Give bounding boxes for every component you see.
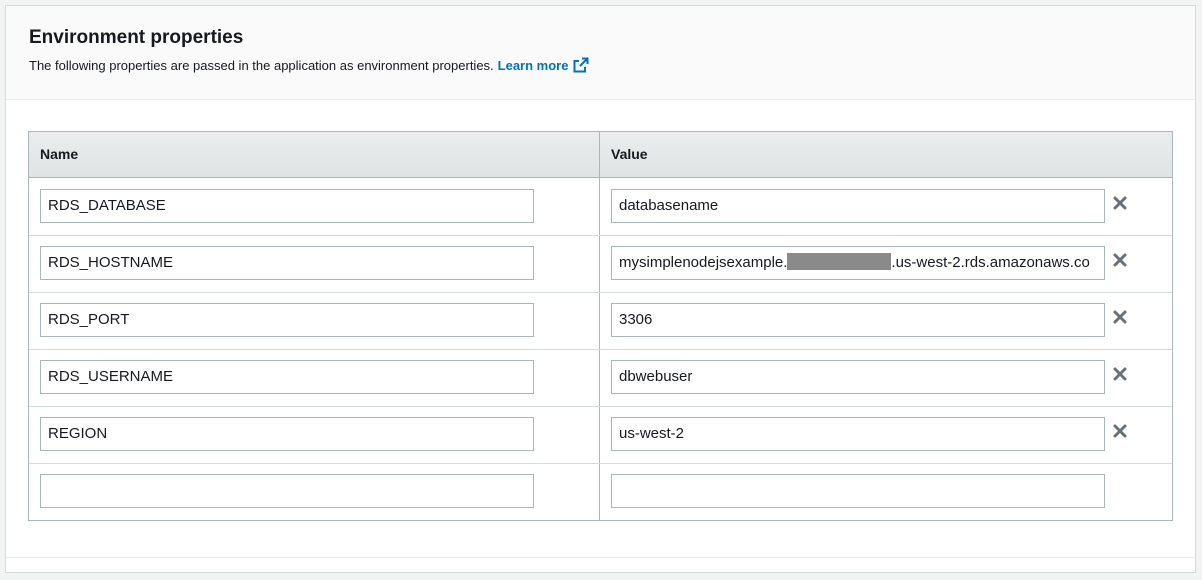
table-row: RDS_DATABASE databasename <box>29 178 1172 236</box>
name-column-header: Name <box>40 146 79 162</box>
remove-icon[interactable] <box>1112 195 1128 211</box>
new-property-value-input[interactable] <box>611 474 1105 508</box>
panel-description: The following properties are passed in t… <box>29 57 589 73</box>
remove-icon[interactable] <box>1112 423 1128 439</box>
property-name-input[interactable]: RDS_DATABASE <box>40 189 534 223</box>
table-row: RDS_PORT 3306 <box>29 292 1172 350</box>
remove-icon[interactable] <box>1112 309 1128 325</box>
learn-more-link[interactable]: Learn more <box>498 58 569 73</box>
table-row: REGION us-west-2 <box>29 406 1172 464</box>
new-property-name-input[interactable] <box>40 474 534 508</box>
value-column-header: Value <box>611 146 648 162</box>
property-name-input[interactable]: RDS_PORT <box>40 303 534 337</box>
property-value-input[interactable]: databasename <box>611 189 1105 223</box>
property-name-input[interactable]: RDS_USERNAME <box>40 360 534 394</box>
property-name-input[interactable]: REGION <box>40 417 534 451</box>
panel-footer-divider <box>6 557 1195 558</box>
panel-header: Environment properties The following pro… <box>6 6 1195 100</box>
panel-title: Environment properties <box>29 27 244 48</box>
property-value-input[interactable]: us-west-2 <box>611 417 1105 451</box>
remove-icon[interactable] <box>1112 252 1128 268</box>
value-prefix: mysimplenodejsexample. <box>619 254 788 271</box>
table-row <box>29 463 1172 520</box>
property-value-input[interactable]: 3306 <box>611 303 1105 337</box>
property-name-input[interactable]: RDS_HOSTNAME <box>40 246 534 280</box>
remove-icon[interactable] <box>1112 366 1128 382</box>
value-suffix: .us-west-2.rds.amazonaws.co <box>891 254 1090 271</box>
property-value-input[interactable]: mysimplenodejsexample. .us-west-2.rds.ama… <box>611 246 1105 280</box>
environment-properties-panel: Environment properties The following pro… <box>5 5 1196 573</box>
table-row: RDS_HOSTNAME mysimplenodejsexample. .us-w… <box>29 235 1172 293</box>
description-text: The following properties are passed in t… <box>29 57 494 73</box>
external-link-icon[interactable] <box>573 57 589 73</box>
table-header: Name Value <box>29 132 1172 178</box>
property-value-input[interactable]: dbwebuser <box>611 360 1105 394</box>
table-row: RDS_USERNAME dbwebuser <box>29 349 1172 407</box>
redacted-block <box>787 253 892 270</box>
environment-properties-table: Name Value RDS_DATABASE databasename RDS… <box>28 131 1173 521</box>
